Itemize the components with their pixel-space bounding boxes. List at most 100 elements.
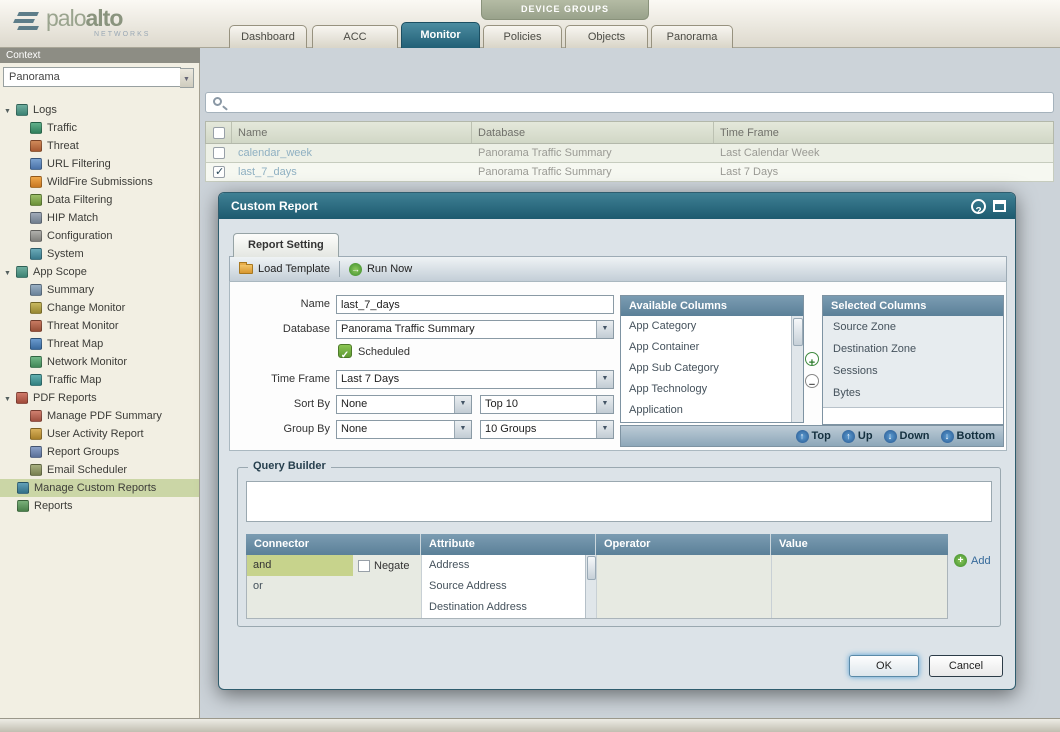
move-top-button[interactable]: Top (796, 430, 831, 443)
row-checkbox[interactable] (213, 166, 225, 178)
dropdown-arrow-icon[interactable] (596, 321, 613, 338)
time-frame-select[interactable]: Last 7 Days (336, 370, 614, 389)
move-down-button[interactable]: Down (884, 430, 930, 443)
sidebar-item-manage-custom-reports[interactable]: Manage Custom Reports (0, 479, 199, 497)
dropdown-arrow-icon[interactable] (454, 396, 471, 413)
group-by-select[interactable]: None (336, 420, 472, 439)
report-name-link[interactable]: last_7_days (232, 166, 472, 178)
add-rule-button[interactable]: Add (954, 554, 991, 567)
group-by-limit-select[interactable]: 10 Groups (480, 420, 614, 439)
dropdown-arrow-icon[interactable] (596, 371, 613, 388)
load-template-button[interactable]: Load Template (230, 257, 339, 281)
sidebar-item-manage-pdf-summary[interactable]: Manage PDF Summary (0, 407, 199, 425)
cancel-button[interactable]: Cancel (929, 655, 1003, 677)
sidebar-item-hip-match[interactable]: HIP Match (0, 209, 199, 227)
qb-column-operator: Operator (596, 534, 771, 555)
available-column-item[interactable]: App Category (621, 316, 803, 337)
selected-column-item[interactable]: Sessions (823, 360, 1003, 382)
sidebar-section-pdf-reports[interactable]: PDF Reports (0, 389, 199, 407)
column-header-time-frame[interactable]: Time Frame (714, 122, 1053, 143)
context-select[interactable]: Panorama (3, 67, 181, 87)
move-bottom-button[interactable]: Bottom (941, 430, 996, 443)
sidebar-item-data-filtering[interactable]: Data Filtering (0, 191, 199, 209)
tab-dashboard[interactable]: Dashboard (229, 25, 307, 48)
database-select[interactable]: Panorama Traffic Summary (336, 320, 614, 339)
report-groups-icon (30, 446, 42, 458)
dialog-header[interactable]: Custom Report (219, 193, 1015, 219)
available-column-item[interactable]: App Technology (621, 379, 803, 400)
sidebar-section-app-scope[interactable]: App Scope (0, 263, 199, 281)
tab-report-setting[interactable]: Report Setting (233, 233, 339, 257)
window-icon[interactable] (993, 200, 1006, 212)
scrollbar[interactable] (585, 555, 596, 618)
tab-panorama[interactable]: Panorama (651, 25, 733, 48)
context-dropdown-arrow-icon[interactable] (180, 68, 194, 88)
help-icon[interactable] (971, 199, 986, 214)
available-column-item[interactable]: App Container (621, 337, 803, 358)
tab-objects[interactable]: Objects (565, 25, 648, 48)
attribute-option[interactable]: Destination Address (422, 597, 585, 618)
connector-option-and[interactable]: and (247, 555, 353, 576)
scheduled-checkbox[interactable] (338, 344, 352, 358)
move-up-button[interactable]: Up (842, 430, 873, 443)
sidebar-item-threat[interactable]: Threat (0, 137, 199, 155)
sidebar-item-user-activity-report[interactable]: User Activity Report (0, 425, 199, 443)
configuration-icon (30, 230, 42, 242)
connector-option-or[interactable]: or (247, 576, 421, 597)
paloalto-logo-icon (14, 9, 40, 35)
sidebar-item-url-filtering[interactable]: URL Filtering (0, 155, 199, 173)
tab-monitor[interactable]: Monitor (401, 22, 480, 48)
logo-networks: NETWORKS (94, 31, 150, 38)
sidebar-item-report-groups[interactable]: Report Groups (0, 443, 199, 461)
search-input[interactable] (205, 92, 1054, 113)
name-input[interactable] (336, 295, 614, 314)
selected-column-item[interactable]: Destination Zone (823, 338, 1003, 360)
sidebar-item-system[interactable]: System (0, 245, 199, 263)
column-header-name[interactable]: Name (232, 122, 472, 143)
logo-text: paloalto (46, 5, 122, 32)
sidebar-section-logs[interactable]: Logs (0, 101, 199, 119)
sidebar-item-reports[interactable]: Reports (0, 497, 199, 515)
column-header-database[interactable]: Database (472, 122, 714, 143)
selected-column-item[interactable]: Bytes (823, 382, 1003, 404)
report-name-link[interactable]: calendar_week (232, 147, 472, 159)
sort-by-limit-select[interactable]: Top 10 (480, 395, 614, 414)
url-filtering-icon (30, 158, 42, 170)
table-row[interactable]: calendar_week Panorama Traffic Summary L… (205, 144, 1054, 163)
dropdown-arrow-icon[interactable] (454, 421, 471, 438)
sidebar-item-network-monitor[interactable]: Network Monitor (0, 353, 199, 371)
remove-column-icon[interactable] (805, 374, 819, 388)
selected-column-item[interactable]: Source Zone (823, 316, 1003, 338)
sidebar-item-threat-map[interactable]: Threat Map (0, 335, 199, 353)
sort-by-select[interactable]: None (336, 395, 472, 414)
attribute-option[interactable]: Source Address (422, 576, 585, 597)
sidebar-item-email-scheduler[interactable]: Email Scheduler (0, 461, 199, 479)
dropdown-arrow-icon[interactable] (596, 396, 613, 413)
sidebar-item-configuration[interactable]: Configuration (0, 227, 199, 245)
collapse-arrow-icon[interactable] (4, 392, 16, 404)
query-builder-input[interactable] (246, 481, 992, 522)
scrollbar[interactable] (791, 316, 803, 422)
sidebar-item-summary[interactable]: Summary (0, 281, 199, 299)
sidebar-item-traffic-map[interactable]: Traffic Map (0, 371, 199, 389)
sidebar-item-change-monitor[interactable]: Change Monitor (0, 299, 199, 317)
select-all-checkbox[interactable] (213, 127, 225, 139)
collapse-arrow-icon[interactable] (4, 104, 16, 116)
run-now-button[interactable]: Run Now (340, 257, 421, 281)
column-order-toolbar: Top Up Down Bottom (620, 425, 1004, 447)
available-column-item[interactable]: App Sub Category (621, 358, 803, 379)
table-row[interactable]: last_7_days Panorama Traffic Summary Las… (205, 163, 1054, 182)
available-column-item[interactable]: Application (621, 400, 803, 421)
sidebar-item-threat-monitor[interactable]: Threat Monitor (0, 317, 199, 335)
row-checkbox[interactable] (213, 147, 225, 159)
collapse-arrow-icon[interactable] (4, 266, 16, 278)
attribute-option[interactable]: Address (422, 555, 585, 576)
add-column-icon[interactable] (805, 352, 819, 366)
tab-acc[interactable]: ACC (312, 25, 398, 48)
negate-checkbox[interactable] (358, 560, 370, 572)
dropdown-arrow-icon[interactable] (596, 421, 613, 438)
sidebar-item-traffic[interactable]: Traffic (0, 119, 199, 137)
sidebar-item-wildfire-submissions[interactable]: WildFire Submissions (0, 173, 199, 191)
ok-button[interactable]: OK (849, 655, 919, 677)
tab-policies[interactable]: Policies (483, 25, 562, 48)
